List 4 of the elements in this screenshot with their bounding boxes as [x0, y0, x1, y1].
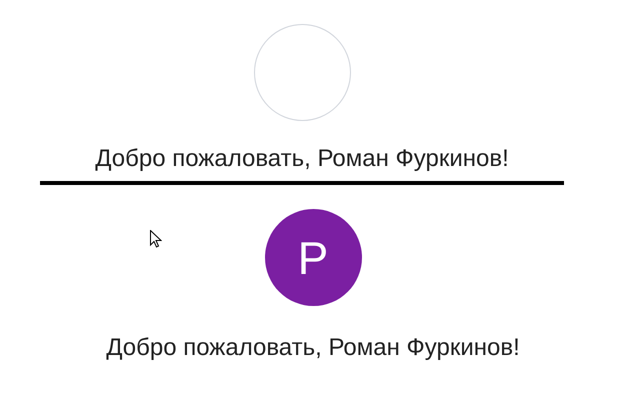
cursor-icon: [150, 230, 162, 248]
welcome-text: Добро пожаловать, Роман Фуркинов!: [106, 333, 520, 363]
welcome-text: Добро пожаловать, Роман Фуркинов!: [95, 144, 509, 174]
avatar-initial: Р: [264, 209, 362, 306]
